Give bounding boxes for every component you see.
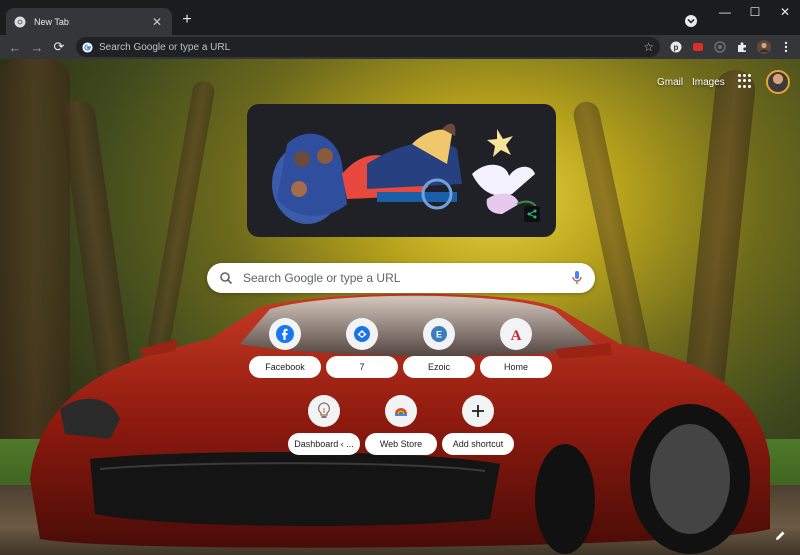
search-input[interactable]: Search Google or type a URL [243,271,571,285]
shortcut-home[interactable]: A Home [480,318,552,392]
profile-avatar-small[interactable] [756,39,772,55]
lightbulb-icon [308,395,340,427]
share-icon[interactable] [524,206,540,222]
maximize-button[interactable]: ☐ [740,0,770,24]
tab-search-button[interactable] [685,15,697,27]
window-controls: — ☐ ✕ [710,0,800,24]
shortcut-label: Add shortcut [442,433,514,455]
shortcut-label: Facebook [249,356,321,378]
tab-new-tab[interactable]: New Tab ✕ [6,8,172,35]
images-link[interactable]: Images [692,77,725,88]
reload-button[interactable]: ⟳ [48,36,70,58]
chrome-icon [14,16,26,28]
close-window-button[interactable]: ✕ [770,0,800,24]
doodle-illustration [272,123,538,224]
title-bar: New Tab ✕ + — ☐ ✕ [0,0,800,35]
account-avatar[interactable] [766,70,790,94]
shortcut-label: Ezoic [403,356,475,378]
google-g-icon [82,41,93,53]
puzzle-extensions-icon[interactable] [734,39,750,55]
svg-text:p: p [674,43,679,52]
add-shortcut-button[interactable]: Add shortcut [442,395,514,469]
omnibox-placeholder: Search Google or type a URL [99,41,231,53]
shortcut-label: Home [480,356,552,378]
shortcut-label: 7 [326,356,398,378]
microphone-icon[interactable] [571,270,583,286]
back-button[interactable]: ← [4,36,26,58]
omnibox[interactable]: Search Google or type a URL ☆ [76,37,660,57]
weather-icon [346,318,378,350]
search-box[interactable]: Search Google or type a URL [207,263,595,293]
google-doodle[interactable] [247,104,556,237]
shortcut-label: Web Store [365,433,437,455]
red-extension-icon[interactable] [690,39,706,55]
shortcut-ezoic[interactable]: E Ezoic [403,318,475,392]
customize-pencil-icon[interactable] [772,528,788,544]
tab-title: New Tab [34,16,69,27]
shortcut-label: Dashboard ‹ ... [288,433,360,455]
plus-icon [462,395,494,427]
shortcut-7[interactable]: 7 [326,318,398,392]
shortcut-web-store[interactable]: Web Store [365,395,437,469]
forward-button[interactable]: → [26,36,48,58]
chevron-down-icon [687,18,695,24]
web-store-icon [385,395,417,427]
toolbar: ← → ⟳ Search Google or type a URL ☆ p [0,35,800,59]
svg-text:E: E [436,330,442,340]
menu-kebab-icon[interactable] [778,39,794,55]
pinterest-extension-icon[interactable]: p [668,39,684,55]
svg-text:A: A [511,328,522,343]
new-tab-button[interactable]: + [178,11,196,29]
shortcut-dashboard[interactable]: Dashboard ‹ ... [288,395,360,469]
home-logo-icon: A [500,318,532,350]
google-apps-icon[interactable] [738,74,752,88]
grey-extension-icon[interactable] [712,39,728,55]
bookmark-star-icon[interactable]: ☆ [643,40,654,54]
gmail-link[interactable]: Gmail [657,77,683,88]
search-icon [220,272,233,285]
minimize-button[interactable]: — [710,0,740,24]
shortcut-facebook[interactable]: Facebook [249,318,321,392]
facebook-icon [269,318,301,350]
tab-close-button[interactable]: ✕ [150,15,164,29]
ezoic-icon: E [423,318,455,350]
